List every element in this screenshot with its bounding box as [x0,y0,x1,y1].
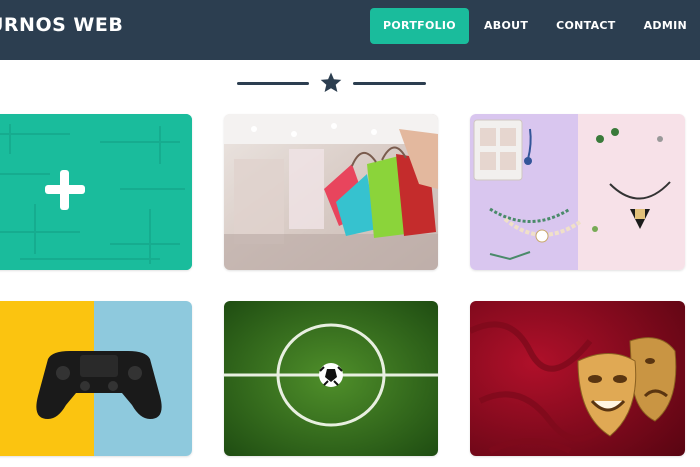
main-nav: PORTFOLIO ABOUT CONTACT ADMIN [368,8,700,44]
jewelry-image [470,114,685,270]
nav-contact[interactable]: CONTACT [543,8,628,44]
portfolio-tile-soccer[interactable] [224,301,438,456]
brand-logo[interactable]: URNOS WEB [0,14,123,36]
plus-icon [45,170,85,210]
theater-masks-image [470,301,685,456]
portfolio-tile-theater[interactable] [470,301,685,456]
tile-texture [0,114,192,270]
portfolio-tile-shopping[interactable] [224,114,438,270]
divider-line-right [353,82,426,85]
portfolio-tile-video-games[interactable] [0,301,192,456]
nav-admin[interactable]: ADMIN [631,8,700,44]
shopping-bags-image [224,114,438,270]
star-icon [320,72,342,92]
section-divider [0,70,700,98]
navbar: URNOS WEB PORTFOLIO ABOUT CONTACT ADMIN [0,0,700,60]
nav-about[interactable]: ABOUT [471,8,541,44]
portfolio-tile-add[interactable] [0,114,192,270]
soccer-field-image [224,301,438,456]
game-controller-image [0,301,192,456]
divider-line-left [237,82,309,85]
nav-portfolio[interactable]: PORTFOLIO [370,8,469,44]
portfolio-tile-jewelry[interactable] [470,114,685,270]
